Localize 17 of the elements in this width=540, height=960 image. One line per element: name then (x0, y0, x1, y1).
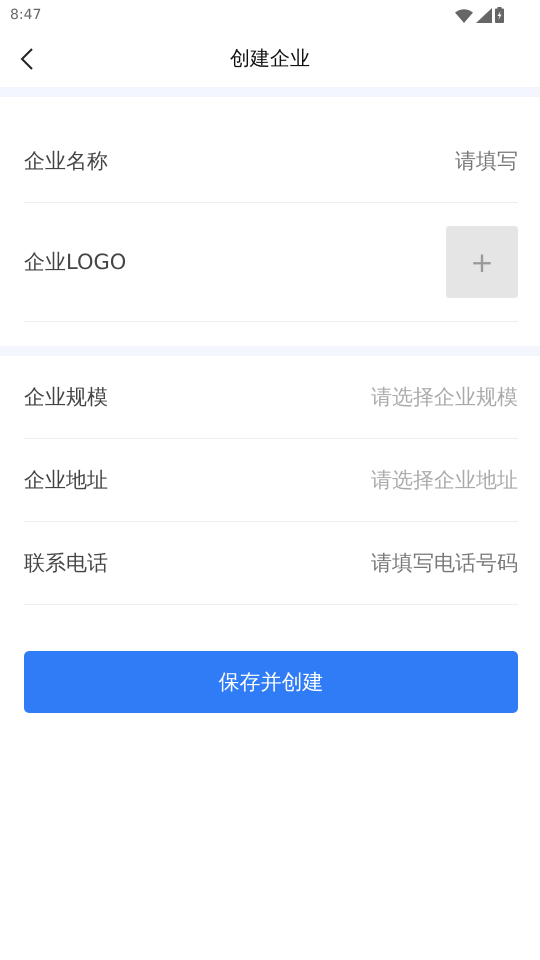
select-field[interactable]: 请选择企业规模 (371, 383, 518, 411)
field-label: 企业规模 (24, 384, 108, 411)
page-title: 创建企业 (230, 45, 310, 72)
upload-button[interactable]: + (446, 226, 518, 298)
select-field[interactable]: 请选择企业地址 (371, 466, 518, 494)
back-icon[interactable] (20, 47, 34, 71)
battery-icon (495, 7, 504, 23)
status-time: 8:47 (10, 7, 42, 23)
field-label: 企业地址 (24, 467, 108, 494)
input-field[interactable]: 请填写电话号码 (258, 551, 518, 575)
signal-icon (476, 8, 492, 23)
wifi-icon (455, 9, 473, 23)
save-button[interactable]: 保存并创建 (24, 651, 518, 713)
field-label: 企业名称 (24, 148, 108, 175)
field-label: 企业LOGO (24, 249, 126, 276)
field-label: 联系电话 (24, 550, 108, 577)
input-field[interactable]: 请填写 (258, 149, 518, 173)
